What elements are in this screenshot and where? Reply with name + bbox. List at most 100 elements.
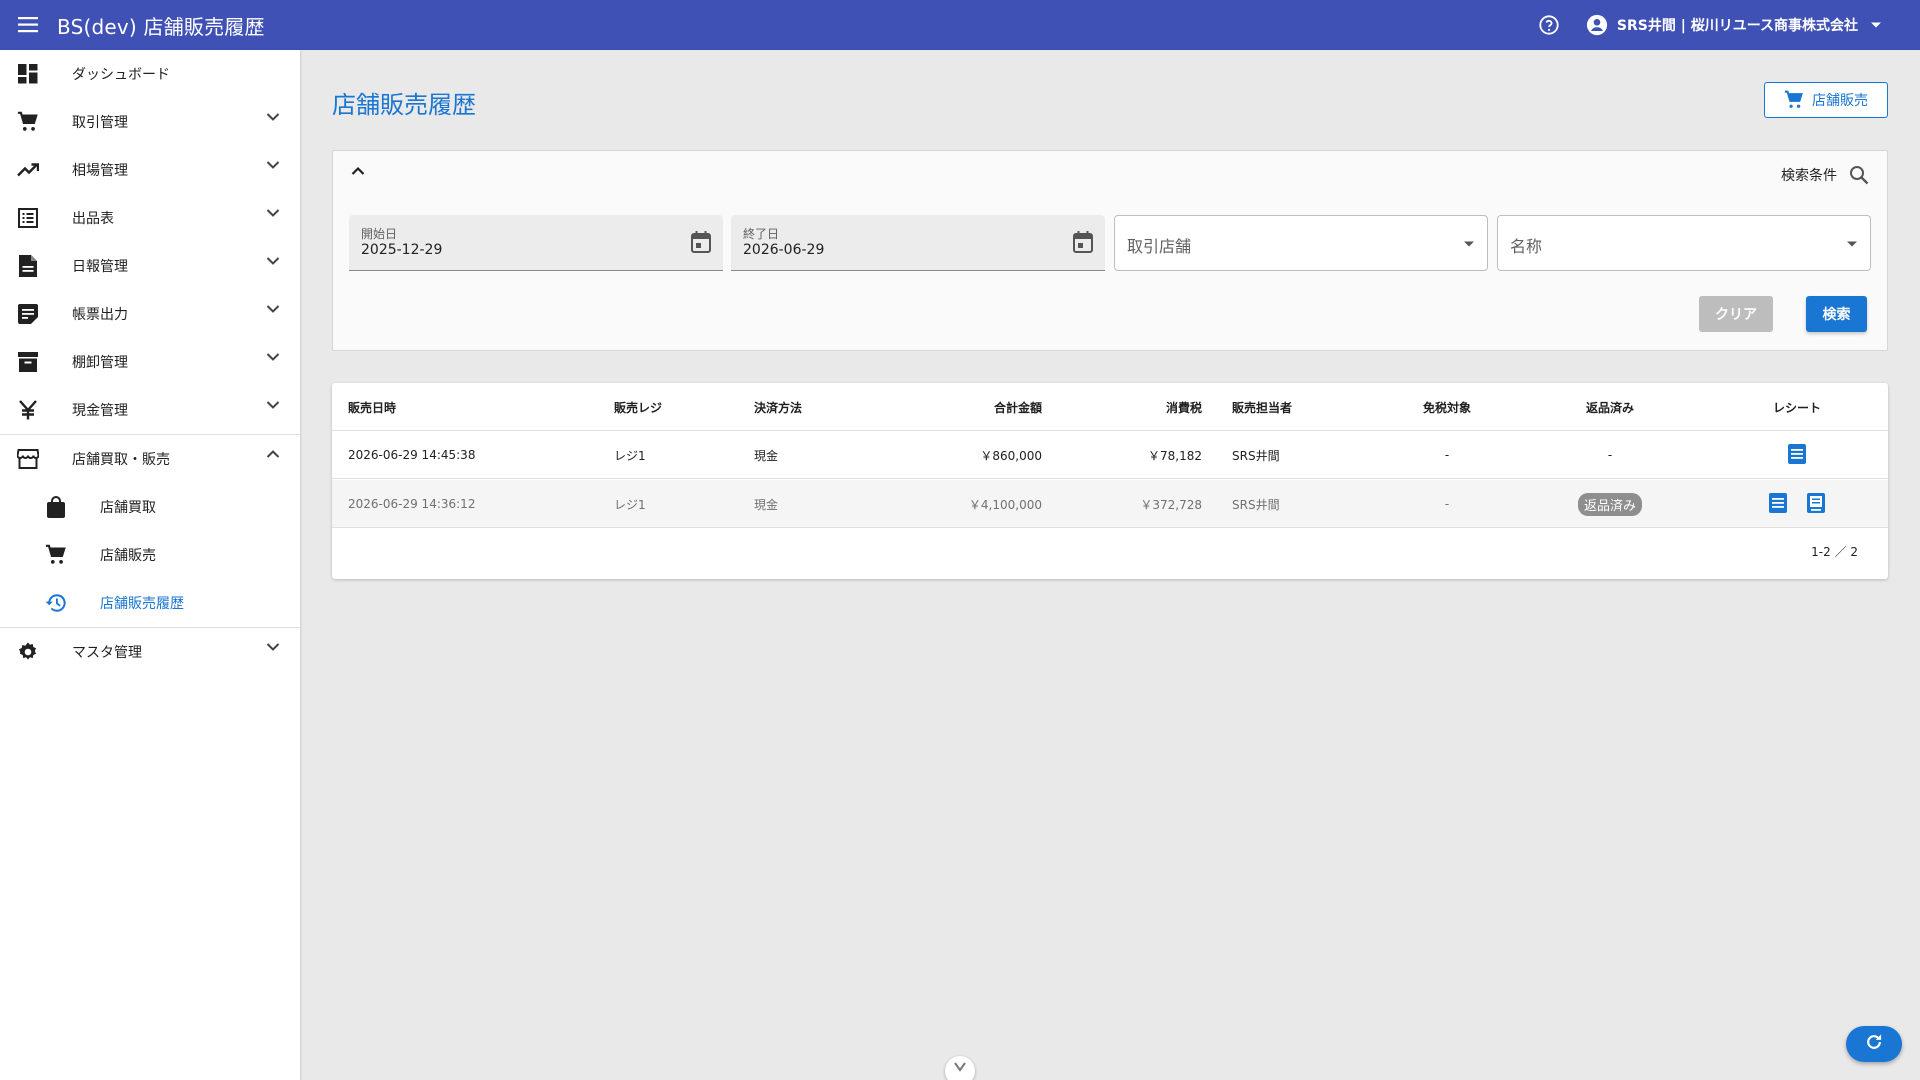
header-register[interactable]: 販売レジ: [614, 383, 662, 431]
help-icon[interactable]: [1538, 14, 1560, 36]
account-circle-icon: [1586, 14, 1608, 36]
return-receipt-icon[interactable]: [1807, 492, 1825, 516]
header-returned[interactable]: 返品済み: [1555, 383, 1665, 431]
cart-icon: [1784, 90, 1804, 110]
user-menu[interactable]: SRS井間 | 桜川リユース商事株式会社: [1586, 14, 1882, 36]
sidebar-item-label: 出品表: [72, 211, 114, 227]
cell-payment: 現金: [754, 497, 779, 512]
sidebar-item-label: 店舗買取・販売: [72, 452, 170, 468]
list-icon: [0, 208, 56, 228]
sidebar-item-transactions[interactable]: 取引管理: [0, 98, 300, 146]
sidebar-item-label: ダッシュボード: [72, 67, 170, 83]
sidebar-item-store-trade[interactable]: 店舗買取・販売: [0, 435, 300, 483]
search-panel: 検索条件 開始日 2025-12-29 終了日 2026-06-29 取引店舗: [332, 150, 1888, 351]
chevron-down-icon: [266, 160, 280, 170]
end-date-field[interactable]: 終了日 2026-06-29: [731, 215, 1105, 271]
returned-badge: 返品済み: [1577, 492, 1642, 516]
menu-icon[interactable]: [0, 0, 57, 50]
chevron-down-icon: [266, 256, 280, 266]
page-header: 店舗販売履歴 店舗販売: [332, 50, 1888, 150]
cart-icon: [0, 111, 56, 133]
end-date-label: 終了日: [743, 227, 780, 241]
cell-date: 2026-06-29 14:45:38: [348, 448, 476, 462]
name-select[interactable]: 名称: [1497, 215, 1871, 271]
scroll-down-button[interactable]: [945, 1056, 975, 1080]
clear-button[interactable]: クリア: [1699, 296, 1773, 332]
sidebar-subitem-label: 店舗販売履歴: [100, 596, 184, 612]
sidebar-item-listing[interactable]: 出品表: [0, 194, 300, 242]
search-icon[interactable]: [1849, 165, 1869, 185]
sidebar-item-cash[interactable]: 現金管理: [0, 386, 300, 434]
header-total[interactable]: 合計金額: [994, 383, 1042, 431]
cell-date: 2026-06-29 14:36:12: [348, 497, 476, 511]
sidebar-item-daily-report[interactable]: 日報管理: [0, 242, 300, 290]
gear-icon: [0, 641, 56, 663]
store-select[interactable]: 取引店舗: [1114, 215, 1488, 271]
name-select-placeholder: 名称: [1510, 237, 1543, 256]
page-title: 店舗販売履歴: [332, 91, 476, 119]
header-payment[interactable]: 決済方法: [754, 383, 802, 431]
cell-tax: ￥372,728: [1140, 497, 1202, 512]
sales-history-table: 販売日時 販売レジ 決済方法 合計金額 消費税 販売担当者 免税対象 返品済み …: [332, 383, 1888, 579]
sidebar: ダッシュボード 取引管理 相場管理 出品表 日報管理 帳票出力 棚卸管理 現金管…: [0, 50, 300, 1080]
receipt-icon[interactable]: [1788, 443, 1806, 467]
sidebar-item-master[interactable]: マスタ管理: [0, 628, 300, 676]
dashboard-icon: [0, 64, 56, 84]
cell-staff: SRS井間: [1232, 448, 1280, 463]
cell-staff: SRS井間: [1232, 497, 1280, 512]
sidebar-item-dashboard[interactable]: ダッシュボード: [0, 50, 300, 98]
document-icon: [0, 255, 56, 277]
header-date[interactable]: 販売日時: [348, 383, 396, 431]
refresh-icon: [1864, 1032, 1884, 1056]
sidebar-subitem-store-sales[interactable]: 店舗販売: [0, 531, 300, 579]
chevron-up-icon: [266, 449, 280, 459]
sidebar-subitem-store-sales-history[interactable]: 店舗販売履歴: [0, 579, 300, 627]
receipt-icon[interactable]: [1769, 492, 1787, 516]
header-tax-free[interactable]: 免税対象: [1417, 383, 1477, 431]
cart-icon: [28, 544, 84, 566]
cell-tax-free: -: [1444, 497, 1450, 511]
history-icon: [28, 593, 84, 613]
start-date-label: 開始日: [361, 227, 398, 241]
end-date-value: 2026-06-29: [743, 242, 825, 258]
sidebar-subitem-store-purchase[interactable]: 店舗買取: [0, 483, 300, 531]
header-tax[interactable]: 消費税: [1166, 383, 1202, 431]
chevron-up-icon[interactable]: [351, 166, 365, 176]
sidebar-item-reports[interactable]: 帳票出力: [0, 290, 300, 338]
cell-tax: ￥78,182: [1148, 448, 1202, 463]
store-select-placeholder: 取引店舗: [1127, 237, 1192, 256]
main-content: 店舗販売履歴 店舗販売 検索条件 開始日 2025-12-29 終了日 2026…: [332, 50, 1888, 579]
table-row[interactable]: 2026-06-29 14:45:38 レジ1 現金 ￥860,000 ￥78,…: [332, 431, 1888, 479]
archive-icon: [0, 352, 56, 372]
calendar-icon[interactable]: [691, 231, 711, 253]
app-title: BS(dev) 店舗販売履歴: [57, 14, 265, 39]
sidebar-subitem-label: 店舗販売: [100, 548, 156, 564]
cell-returned: -: [1607, 448, 1613, 462]
sidebar-item-market[interactable]: 相場管理: [0, 146, 300, 194]
search-button[interactable]: 検索: [1806, 296, 1867, 332]
cell-total: ￥4,100,000: [968, 497, 1042, 512]
start-date-value: 2025-12-29: [361, 242, 443, 258]
yen-icon: [0, 400, 56, 420]
header-staff[interactable]: 販売担当者: [1232, 383, 1292, 431]
chevron-down-icon: [266, 208, 280, 218]
start-date-field[interactable]: 開始日 2025-12-29: [349, 215, 723, 271]
sidebar-subitem-label: 店舗買取: [100, 500, 156, 516]
calendar-icon[interactable]: [1073, 231, 1093, 253]
cell-tax-free: -: [1444, 448, 1450, 462]
store-sales-button[interactable]: 店舗販売: [1764, 82, 1888, 118]
note-icon: [0, 304, 56, 324]
user-label: SRS井間 | 桜川リユース商事株式会社: [1616, 18, 1858, 34]
cell-returned: 返品済み: [1555, 480, 1665, 528]
table-header-row: 販売日時 販売レジ 決済方法 合計金額 消費税 販売担当者 免税対象 返品済み …: [332, 383, 1888, 431]
table-row[interactable]: 2026-06-29 14:36:12 レジ1 現金 ￥4,100,000 ￥3…: [332, 480, 1888, 528]
chevron-down-icon: [266, 642, 280, 652]
search-conditions-label: 検索条件: [1781, 165, 1869, 185]
cell-receipt: [1742, 480, 1852, 528]
cell-register: レジ1: [614, 497, 646, 512]
sidebar-item-inventory[interactable]: 棚卸管理: [0, 338, 300, 386]
refresh-button[interactable]: [1846, 1026, 1902, 1062]
sidebar-item-label: マスタ管理: [72, 645, 142, 661]
chevron-down-icon: [266, 400, 280, 410]
sidebar-item-label: 現金管理: [72, 403, 128, 419]
